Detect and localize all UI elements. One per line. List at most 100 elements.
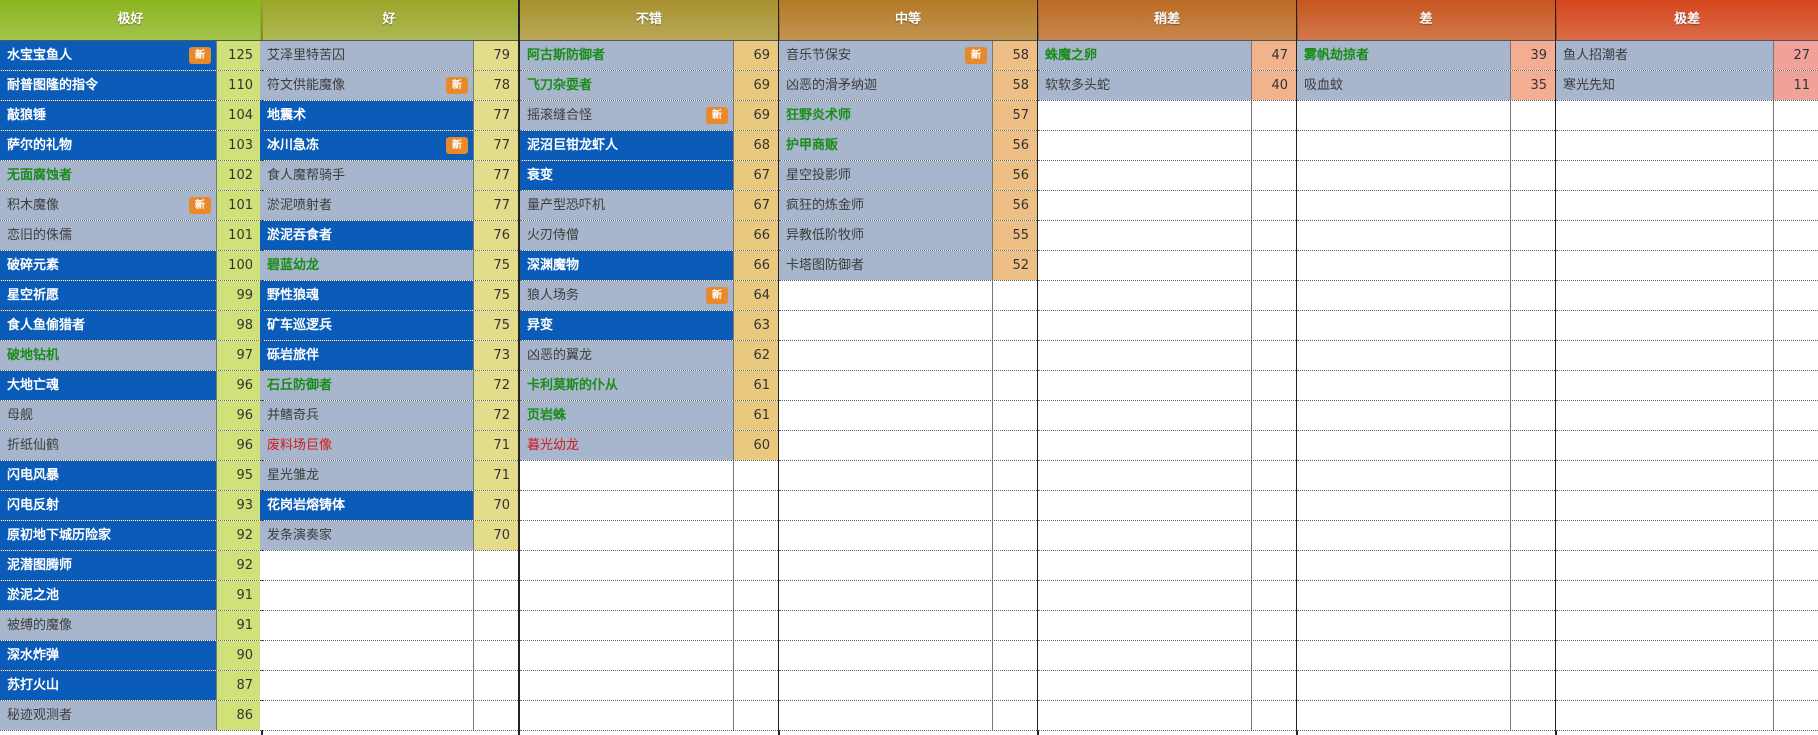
empty-cell (1038, 401, 1252, 430)
empty-score-cell (734, 551, 778, 580)
card-row[interactable]: 深水炸弹 90 (0, 641, 261, 671)
card-row[interactable]: 碧蓝幼龙 75 (260, 251, 518, 281)
card-row[interactable]: 狼人场务 新 64 (520, 281, 778, 311)
card-row[interactable]: 星光雏龙 71 (260, 461, 518, 491)
card-row[interactable]: 砾岩旅伴 73 (260, 341, 518, 371)
card-row[interactable]: 食人鱼偷猎者 98 (0, 311, 261, 341)
card-row[interactable]: 废料场巨像 71 (260, 431, 518, 461)
card-row[interactable]: 鱼人招潮者 27 (1556, 41, 1818, 71)
card-row[interactable]: 飞刀杂耍者 69 (520, 71, 778, 101)
empty-row (1556, 101, 1818, 131)
card-row[interactable]: 矿车巡逻兵 75 (260, 311, 518, 341)
card-row[interactable]: 阿古斯防御者 69 (520, 41, 778, 71)
card-row[interactable]: 积木魔像 新 101 (0, 191, 261, 221)
card-row[interactable]: 并鳍奇兵 72 (260, 401, 518, 431)
card-row[interactable]: 凶恶的翼龙 62 (520, 341, 778, 371)
card-row[interactable]: 衰变 67 (520, 161, 778, 191)
card-row[interactable]: 凶恶的滑矛纳迦 58 (779, 71, 1037, 101)
card-row[interactable]: 恋旧的侏儒 101 (0, 221, 261, 251)
card-name: 闪电反射 (0, 491, 217, 520)
card-row[interactable]: 深渊魔物 66 (520, 251, 778, 281)
card-row[interactable]: 暮光幼龙 60 (520, 431, 778, 461)
card-name-text: 量产型恐吓机 (527, 198, 606, 213)
card-row[interactable]: 大地亡魂 96 (0, 371, 261, 401)
card-row[interactable]: 淤泥喷射者 77 (260, 191, 518, 221)
card-row[interactable]: 苏打火山 87 (0, 671, 261, 701)
card-score: 76 (474, 221, 518, 250)
empty-row (779, 521, 1037, 551)
card-row[interactable]: 音乐节保安 新 58 (779, 41, 1037, 71)
empty-row (1038, 341, 1296, 371)
empty-score-cell (474, 611, 518, 640)
card-score: 61 (734, 401, 778, 430)
empty-score-cell (734, 611, 778, 640)
card-row[interactable]: 卡利莫斯的仆从 61 (520, 371, 778, 401)
card-score: 96 (217, 371, 261, 400)
card-row[interactable]: 无面腐蚀者 102 (0, 161, 261, 191)
card-row[interactable]: 蛛魔之卵 47 (1038, 41, 1296, 71)
card-row[interactable]: 母舰 96 (0, 401, 261, 431)
card-row[interactable]: 雾帆劫掠者 39 (1297, 41, 1555, 71)
card-row[interactable]: 异教低阶牧师 55 (779, 221, 1037, 251)
card-row[interactable]: 耐普图隆的指令 110 (0, 71, 261, 101)
card-row[interactable]: 破地钻机 97 (0, 341, 261, 371)
card-row[interactable]: 页岩蛛 61 (520, 401, 778, 431)
card-name-text: 砾岩旅伴 (267, 348, 320, 363)
empty-row (1297, 521, 1555, 551)
card-row[interactable]: 异变 63 (520, 311, 778, 341)
card-row[interactable]: 萨尔的礼物 103 (0, 131, 261, 161)
empty-cell (520, 641, 734, 670)
card-row[interactable]: 石丘防御者 72 (260, 371, 518, 401)
empty-row (1556, 311, 1818, 341)
card-score: 75 (474, 251, 518, 280)
card-row[interactable]: 花岗岩熔铸体 70 (260, 491, 518, 521)
card-row[interactable]: 破碎元素 100 (0, 251, 261, 281)
card-row[interactable]: 原初地下城历险家 92 (0, 521, 261, 551)
empty-cell (1556, 641, 1774, 670)
card-row[interactable]: 野性狼魂 75 (260, 281, 518, 311)
empty-cell (1297, 701, 1511, 730)
card-name: 淤泥吞食者 (260, 221, 474, 250)
card-row[interactable]: 软软多头蛇 40 (1038, 71, 1296, 101)
card-row[interactable]: 火刃侍僧 66 (520, 221, 778, 251)
card-name-text: 母舰 (7, 408, 34, 423)
empty-cell (779, 431, 993, 460)
empty-cell (1297, 491, 1511, 520)
card-row[interactable]: 卡塔图防御者 52 (779, 251, 1037, 281)
card-row[interactable]: 水宝宝鱼人 新 125 (0, 41, 261, 71)
card-row[interactable]: 艾泽里特苦囚 79 (260, 41, 518, 71)
card-score: 64 (734, 281, 778, 310)
card-score: 78 (474, 71, 518, 100)
card-row[interactable]: 星空投影师 56 (779, 161, 1037, 191)
card-row[interactable]: 摇滚缝合怪 新 69 (520, 101, 778, 131)
empty-cell (1038, 341, 1252, 370)
card-row[interactable]: 疯狂的炼金师 56 (779, 191, 1037, 221)
card-row[interactable]: 量产型恐吓机 67 (520, 191, 778, 221)
empty-row (520, 461, 778, 491)
empty-cell (1297, 551, 1511, 580)
card-name-text: 卡塔图防御者 (786, 258, 865, 273)
card-name: 无面腐蚀者 (0, 161, 217, 190)
empty-cell (1556, 341, 1774, 370)
card-row[interactable]: 淤泥吞食者 76 (260, 221, 518, 251)
empty-row (1556, 551, 1818, 581)
card-row[interactable]: 被缚的魔像 91 (0, 611, 261, 641)
card-row[interactable]: 闪电风暴 95 (0, 461, 261, 491)
card-row[interactable]: 闪电反射 93 (0, 491, 261, 521)
card-row[interactable]: 折纸仙鹤 96 (0, 431, 261, 461)
card-row[interactable]: 秘迹观测者 86 (0, 701, 261, 731)
card-row[interactable]: 寒光先知 11 (1556, 71, 1818, 101)
card-row[interactable]: 狂野炎术师 57 (779, 101, 1037, 131)
card-row[interactable]: 敲狼锤 104 (0, 101, 261, 131)
card-row[interactable]: 吸血蚊 35 (1297, 71, 1555, 101)
card-row[interactable]: 泥沼巨钳龙虾人 68 (520, 131, 778, 161)
card-row[interactable]: 泥潜图腾师 92 (0, 551, 261, 581)
card-row[interactable]: 星空祈愿 99 (0, 281, 261, 311)
card-row[interactable]: 地震术 77 (260, 101, 518, 131)
card-row[interactable]: 冰川急冻 新 77 (260, 131, 518, 161)
card-row[interactable]: 食人魔帮骑手 77 (260, 161, 518, 191)
card-row[interactable]: 符文供能魔像 新 78 (260, 71, 518, 101)
card-row[interactable]: 发条演奏家 70 (260, 521, 518, 551)
card-row[interactable]: 淤泥之池 91 (0, 581, 261, 611)
card-row[interactable]: 护甲商贩 56 (779, 131, 1037, 161)
